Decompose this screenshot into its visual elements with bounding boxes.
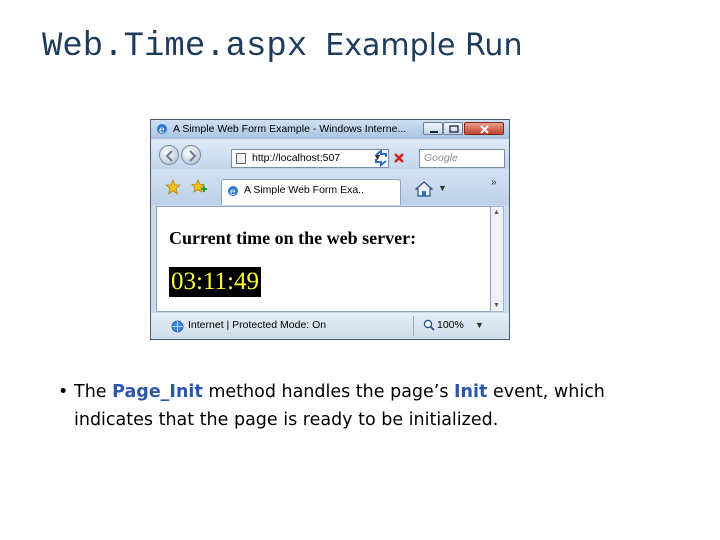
forward-button[interactable]: [181, 145, 201, 165]
status-text: Internet | Protected Mode: On: [188, 319, 327, 331]
tab-bar: e A Simple Web Form Exa.. ▼ »: [151, 169, 509, 205]
browser-titlebar: e A Simple Web Form Example - Windows In…: [151, 120, 509, 139]
slide-title-text: Example Run: [325, 28, 523, 63]
slide-title: Web.Time.aspx Example Run: [42, 28, 522, 76]
stop-icon[interactable]: [391, 149, 407, 167]
zoom-icon[interactable]: [423, 319, 435, 331]
bullet-text-part: The: [74, 382, 113, 402]
tab-label: A Simple Web Form Exa..: [244, 184, 365, 196]
refresh-icon[interactable]: [373, 149, 389, 167]
address-text: http://localhost:507: [252, 152, 341, 164]
forward-arrow-icon: [189, 150, 197, 162]
keyword-page-init: Page_Init: [112, 382, 203, 402]
scroll-up-icon[interactable]: ▲: [493, 209, 500, 216]
maximize-icon: [449, 125, 459, 133]
zoom-level[interactable]: 100%: [437, 319, 464, 331]
scroll-down-icon[interactable]: ▼: [493, 302, 500, 309]
back-arrow-icon: [165, 150, 173, 162]
window-title: A Simple Web Form Example - Windows Inte…: [173, 123, 407, 135]
minimize-button[interactable]: [423, 122, 443, 135]
back-button[interactable]: [159, 145, 179, 165]
zoom-dropdown-icon[interactable]: ▼: [475, 320, 484, 330]
home-dropdown-icon[interactable]: ▼: [438, 183, 447, 193]
svg-text:e: e: [230, 187, 236, 197]
home-icon[interactable]: [415, 181, 433, 197]
search-box[interactable]: Google: [419, 149, 505, 168]
close-button[interactable]: [464, 122, 504, 135]
minimize-icon: [430, 131, 438, 133]
add-favorite-icon[interactable]: [191, 179, 207, 195]
status-divider: [413, 316, 414, 336]
page-heading: Current time on the web server:: [169, 228, 417, 248]
bullet-text: The Page_Init method handles the page’s …: [74, 378, 678, 434]
page-content: Current time on the web server: 03:11:49: [156, 206, 491, 312]
bullet-point: • The Page_Init method handles the page’…: [58, 378, 678, 434]
favorites-star-icon[interactable]: [165, 179, 181, 195]
keyword-init: Init: [454, 382, 488, 402]
bullet-dot: •: [58, 382, 69, 402]
svg-text:e: e: [159, 125, 165, 135]
search-placeholder: Google: [424, 152, 458, 164]
more-tools-chevron-icon[interactable]: »: [491, 177, 497, 188]
close-icon: [480, 125, 489, 134]
tab-active[interactable]: e A Simple Web Form Exa..: [221, 179, 401, 205]
ie-logo-icon: e: [157, 124, 167, 135]
vertical-scrollbar[interactable]: ▲ ▼: [491, 206, 504, 312]
page-icon: [236, 153, 246, 164]
ie-page-icon: e: [228, 186, 238, 197]
bullet-text-part: method handles the page’s: [202, 382, 455, 402]
address-bar[interactable]: http://localhost:507 ▼: [231, 149, 389, 168]
status-bar: Internet | Protected Mode: On 100% ▼: [151, 313, 509, 339]
maximize-button[interactable]: [443, 122, 463, 135]
browser-window: e A Simple Web Form Example - Windows In…: [150, 119, 510, 340]
navigation-bar: http://localhost:507 ▼ Google: [151, 139, 509, 169]
globe-icon: [171, 320, 184, 333]
slide-title-code: Web.Time.aspx: [42, 28, 308, 66]
server-time: 03:11:49: [169, 267, 261, 297]
